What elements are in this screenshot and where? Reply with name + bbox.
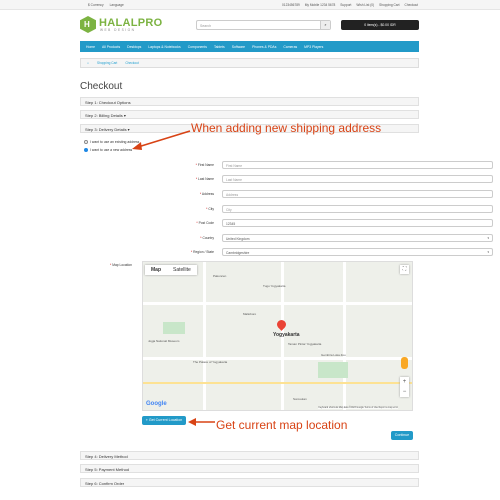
step-checkout-options[interactable]: Step 1: Checkout Options xyxy=(80,97,419,106)
map-place: Jogja National Museum xyxy=(148,339,180,343)
map-place: Tugu Yogyakarta xyxy=(263,284,286,288)
annotation-new-address: When adding new shipping address xyxy=(191,121,382,135)
map-place: Sorosutan xyxy=(293,397,307,401)
map-place: Pakuncen xyxy=(213,274,227,278)
support-link[interactable]: Support xyxy=(340,3,351,7)
chevron-down-icon: ▾ xyxy=(487,250,489,254)
new-address-option[interactable]: I want to use a new address xyxy=(84,148,132,152)
map-city-label: Yogyakarta xyxy=(273,332,300,338)
continue-button[interactable]: Continue xyxy=(391,431,413,440)
checkout-link[interactable]: Checkout xyxy=(405,3,418,7)
nav-item-components[interactable]: Components xyxy=(188,45,207,49)
google-logo: Google xyxy=(146,401,167,407)
nav-item-tablets[interactable]: Tablets xyxy=(214,45,225,49)
map-park xyxy=(318,362,348,378)
shopping-cart-link[interactable]: Shopping Cart xyxy=(379,3,399,7)
map-place: The Palace of Yogyakarta xyxy=(193,360,228,364)
logo-tagline: WEB DESIGN xyxy=(100,28,136,32)
address-label: Address xyxy=(201,192,214,196)
address-input[interactable]: Address xyxy=(222,190,493,198)
region-select[interactable]: Cambridgeshire ▾ xyxy=(222,248,493,256)
annotation-arrow-icon xyxy=(132,130,191,150)
map-place: Taman Pintar Yogyakarta xyxy=(288,342,322,346)
step-billing-details[interactable]: Step 2: Billing Details ▾ xyxy=(80,110,419,119)
tab-map[interactable]: Map xyxy=(145,265,167,275)
region-row: * Region / State Cambridgeshire ▾ xyxy=(80,248,493,257)
pegman-icon[interactable] xyxy=(401,357,408,369)
map-location-label: * Map Location xyxy=(110,263,132,267)
cart-button[interactable]: 0 item(s) - $0.00 IDR xyxy=(341,20,419,30)
region-label: Region / State xyxy=(193,250,214,254)
first-name-row: * First Name First Name xyxy=(80,161,493,170)
breadcrumb-checkout[interactable]: Checkout xyxy=(125,61,138,65)
country-row: * Country United Kingdom ▾ xyxy=(80,234,493,243)
address-row: * Address Address xyxy=(80,190,493,199)
fullscreen-icon[interactable]: ⛶ xyxy=(400,265,409,274)
radio-icon[interactable] xyxy=(84,140,88,144)
tab-satellite[interactable]: Satellite xyxy=(167,265,197,275)
nav-item-phones[interactable]: Phones & PDAs xyxy=(252,45,276,49)
post-code-row: * Post Code 12345 xyxy=(80,219,493,228)
map-road xyxy=(143,357,412,360)
city-row: * City City xyxy=(80,205,493,214)
site-logo[interactable]: H HALALPRO WEB DESIGN xyxy=(80,16,162,36)
map-road xyxy=(143,382,412,384)
map-place: Gembira Loka Zoo xyxy=(321,353,346,357)
get-current-location-button[interactable]: ⌖ Get Current Location xyxy=(142,416,186,425)
nav-item-all-products[interactable]: All Products xyxy=(102,45,120,49)
map-attribution[interactable]: Keyboard shortcuts Map data ©2023 Google… xyxy=(318,407,398,409)
map-park xyxy=(163,322,185,334)
breadcrumb-cart[interactable]: Shopping Cart xyxy=(97,61,117,65)
search-input[interactable]: Search ⌕ xyxy=(196,20,331,30)
search-icon[interactable]: ⌕ xyxy=(320,21,330,29)
main-nav: Home All Products Desktops Laptops & Not… xyxy=(80,41,419,52)
whatsapp-link[interactable]: My Mobile 1234 5678 xyxy=(305,3,335,7)
wishlist-link[interactable]: Wish List (0) xyxy=(356,3,374,7)
currency-dropdown[interactable]: $ Currency xyxy=(88,3,104,7)
first-name-input[interactable]: First Name xyxy=(222,161,493,169)
country-select[interactable]: United Kingdom ▾ xyxy=(222,234,493,242)
step-delivery-method[interactable]: Step 4: Delivery Method xyxy=(80,451,419,460)
annotation-arrow-icon xyxy=(188,418,215,426)
step-confirm-order[interactable]: Step 6: Confirm Order xyxy=(80,478,419,487)
top-bar: $ Currency Language 0123456789 My Mobile… xyxy=(0,0,500,10)
step-payment-method[interactable]: Step 5: Payment Method xyxy=(80,464,419,473)
last-name-row: * Last Name Last Name xyxy=(80,175,493,184)
last-name-label: Last Name xyxy=(198,177,214,181)
map-widget[interactable]: Yogyakarta Tugu Yogyakarta Malioboro Jog… xyxy=(142,261,413,411)
nav-item-software[interactable]: Software xyxy=(232,45,245,49)
map-road xyxy=(203,262,206,410)
zoom-control[interactable]: + − xyxy=(400,377,409,397)
map-road xyxy=(143,302,412,305)
chevron-down-icon: ▾ xyxy=(487,236,489,240)
zoom-out-icon[interactable]: − xyxy=(400,387,409,397)
nav-item-desktops[interactable]: Desktops xyxy=(127,45,141,49)
post-code-label: Post Code xyxy=(198,221,214,225)
nav-item-cameras[interactable]: Cameras xyxy=(283,45,297,49)
city-label: City xyxy=(208,207,214,211)
last-name-input[interactable]: Last Name xyxy=(222,175,493,183)
phone-link[interactable]: 0123456789 xyxy=(282,3,300,7)
city-input[interactable]: City xyxy=(222,205,493,213)
annotation-map-location: Get current map location xyxy=(216,418,348,432)
nav-item-laptops[interactable]: Laptops & Notebooks xyxy=(148,45,180,49)
zoom-in-icon[interactable]: + xyxy=(400,377,409,387)
nav-item-home[interactable]: Home xyxy=(86,45,95,49)
language-dropdown[interactable]: Language xyxy=(110,3,124,7)
logo-mark: H xyxy=(80,16,96,33)
map-pin-icon[interactable] xyxy=(275,318,288,331)
map-type-tabs: Map Satellite xyxy=(145,265,197,275)
home-icon[interactable]: ⌂ xyxy=(87,61,89,65)
post-code-input[interactable]: 12345 xyxy=(222,219,493,227)
map-road xyxy=(343,262,346,410)
first-name-label: First Name xyxy=(197,163,214,167)
breadcrumb: ⌂ Shopping Cart Checkout xyxy=(80,58,419,68)
map-place: Malioboro xyxy=(243,312,257,316)
page-title: Checkout xyxy=(80,81,123,92)
radio-checked-icon[interactable] xyxy=(84,148,88,152)
nav-item-mp3[interactable]: MP3 Players xyxy=(304,45,323,49)
country-label: Country xyxy=(202,236,214,240)
